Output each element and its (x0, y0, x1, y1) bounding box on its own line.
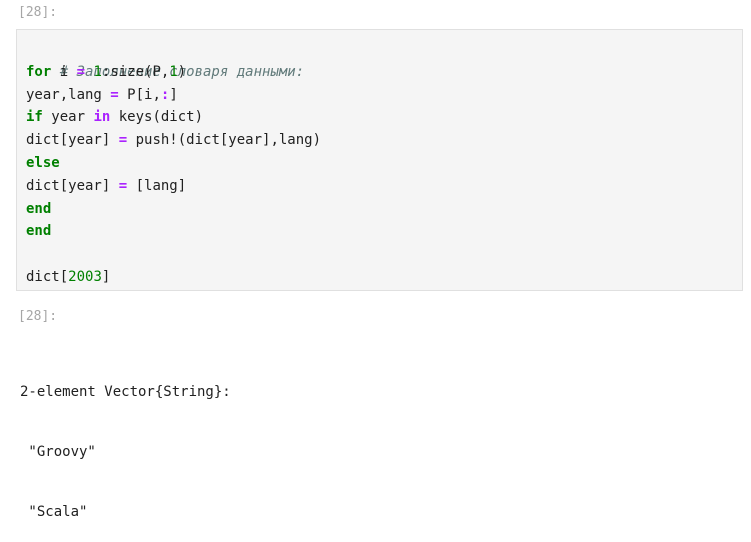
keyword-if: if (26, 109, 43, 126)
code-text: ] (101, 268, 111, 285)
number-literal: 1 (93, 63, 102, 80)
code-line-dict-lookup: dict[2003] (26, 266, 742, 289)
code-text: :size(P, (101, 63, 170, 80)
keyword-for: for (26, 63, 52, 80)
operator-assign: = (118, 132, 128, 149)
operator-assign: = (76, 63, 86, 80)
code-line-assign-list: dict[year] = [lang] (26, 175, 742, 198)
code-text: ] (169, 86, 178, 103)
output-area: 2-element Vector{String}: "Groovy" "Scal… (20, 342, 231, 542)
output-item: "Scala" (20, 504, 88, 520)
code-cell[interactable]: # Заполнение словаря данными: for i = 1:… (16, 29, 743, 291)
operator-assign: = (110, 86, 119, 103)
code-text: keys(dict) (110, 109, 204, 126)
code-text: i (51, 63, 77, 80)
code-line-comment: # Заполнение словаря данными: (26, 38, 742, 80)
keyword-else: else (26, 154, 60, 171)
code-text: year,lang (26, 86, 111, 103)
output-header: 2-element Vector{String}: (20, 384, 231, 400)
code-text: [lang] (127, 177, 187, 194)
code-line-end: end (26, 198, 742, 221)
code-line-else: else (26, 152, 742, 175)
keyword-in: in (93, 109, 111, 126)
code-line-end: end (26, 220, 742, 243)
code-text: push!(dict[year],lang) (127, 132, 322, 149)
code-line-push: dict[year] = push!(dict[year],lang) (26, 129, 742, 152)
code-text: dict[ (26, 268, 69, 285)
number-literal: 2003 (68, 268, 102, 285)
operator-assign: = (118, 177, 128, 194)
keyword-end: end (26, 223, 52, 240)
code-line-if: if year in keys(dict) (26, 106, 742, 129)
input-prompt: [28]: (18, 5, 58, 20)
number-literal: 1 (169, 63, 178, 80)
code-text: P[i, (118, 86, 161, 103)
keyword-end: end (26, 200, 52, 217)
code-text: ) (177, 63, 187, 80)
code-text: dict[year] (26, 132, 119, 149)
code-line-for: for i = 1:size(P,1) (26, 61, 742, 84)
code-text: dict[year] (26, 177, 119, 194)
code-text: year (42, 109, 94, 126)
output-prompt: [28]: (18, 309, 58, 324)
code-line-assign-year-lang: year,lang = P[i,:] (26, 84, 742, 107)
output-item: "Groovy" (20, 444, 96, 460)
